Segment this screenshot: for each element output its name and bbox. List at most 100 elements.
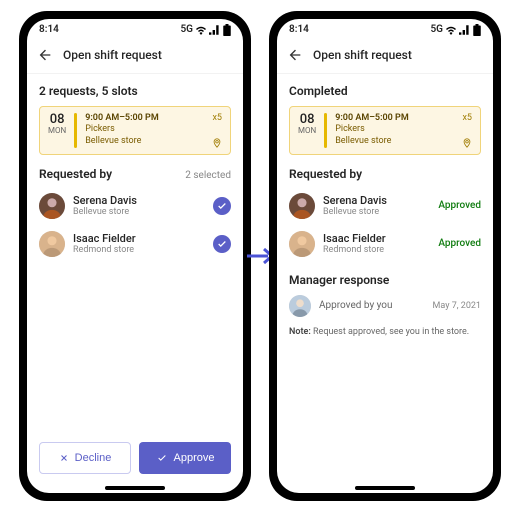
home-indicator	[355, 486, 415, 490]
status-time: 8:14	[39, 24, 59, 35]
manager-note: Note: Request approved, see you in the s…	[289, 327, 481, 337]
shift-time: 9:00 AM–5:00 PM	[85, 113, 204, 125]
requester-info: Serena Davis Bellevue store	[323, 194, 430, 218]
phone-after: 8:14 5G Open shift request Completed 08 …	[269, 11, 501, 501]
shift-role: Pickers	[85, 124, 204, 136]
back-icon[interactable]	[287, 47, 303, 63]
status-time: 8:14	[289, 24, 309, 35]
requester-sub: Bellevue store	[323, 207, 430, 218]
approve-label: Approve	[174, 452, 215, 464]
shift-day-num: 08	[298, 113, 316, 127]
requested-by-heading: Requested by	[39, 167, 112, 181]
manager-response-heading: Manager response	[289, 273, 481, 287]
note-label: Note:	[289, 327, 311, 337]
status-bar: 8:14 5G	[27, 19, 243, 41]
back-icon[interactable]	[37, 47, 53, 63]
action-bar: Decline Approve	[27, 432, 243, 486]
shift-card[interactable]: 08 MON 9:00 AM–5:00 PM Pickers Bellevue …	[39, 106, 231, 155]
home-indicator	[105, 486, 165, 490]
manager-row: Approved by you May 7, 2021	[289, 291, 481, 321]
requested-by-header: Requested by	[289, 167, 481, 181]
requester-row[interactable]: Serena Davis Bellevue store	[39, 187, 231, 225]
requester-sub: Bellevue store	[73, 207, 205, 218]
manager-text: Approved by you	[319, 300, 425, 311]
shift-side: x5	[462, 113, 472, 148]
content-before: 2 requests, 5 slots 08 MON 9:00 AM–5:00 …	[27, 74, 243, 432]
requested-by-heading: Requested by	[289, 167, 362, 181]
avatar	[289, 193, 315, 219]
requester-info: Isaac Fielder Redmond store	[323, 232, 430, 256]
requester-info: Isaac Fielder Redmond store	[73, 232, 205, 256]
shift-date: 08 MON	[298, 113, 316, 148]
requester-name: Serena Davis	[73, 194, 205, 207]
status-icons: 5G	[180, 24, 231, 36]
shift-day-name: MON	[48, 127, 66, 136]
check-icon	[217, 239, 227, 249]
check-icon	[217, 201, 227, 211]
shift-info: 9:00 AM–5:00 PM Pickers Bellevue store	[85, 113, 204, 148]
requester-name: Isaac Fielder	[73, 232, 205, 245]
requester-name: Isaac Fielder	[323, 232, 430, 245]
wifi-icon	[445, 25, 457, 35]
avatar	[289, 231, 315, 257]
content-after: Completed 08 MON 9:00 AM–5:00 PM Pickers…	[277, 74, 493, 486]
select-checkbox[interactable]	[213, 197, 231, 215]
manager-date: May 7, 2021	[433, 301, 481, 311]
network-label: 5G	[430, 24, 443, 35]
note-text: Request approved, see you in the store.	[311, 327, 469, 337]
page-title: Open shift request	[63, 48, 162, 62]
shift-count: x5	[212, 113, 222, 123]
decline-label: Decline	[75, 452, 112, 464]
shift-day-name: MON	[298, 127, 316, 136]
signal-icon	[209, 25, 221, 35]
status-icons: 5G	[430, 24, 481, 36]
shift-color-bar	[74, 113, 77, 148]
status-badge: Approved	[438, 200, 481, 211]
shift-role: Pickers	[335, 124, 454, 136]
phone-before: 8:14 5G Open shift request 2 requests, 5…	[19, 11, 251, 501]
shift-time: 9:00 AM–5:00 PM	[335, 113, 454, 125]
decline-button[interactable]: Decline	[39, 442, 131, 474]
top-bar: Open shift request	[277, 41, 493, 74]
shift-color-bar	[324, 113, 327, 148]
requester-row[interactable]: Serena Davis Bellevue store Approved	[289, 187, 481, 225]
close-icon	[59, 453, 69, 463]
page-title: Open shift request	[313, 48, 412, 62]
avatar	[289, 295, 311, 317]
battery-icon	[473, 24, 481, 36]
requester-sub: Redmond store	[323, 245, 430, 256]
signal-icon	[459, 25, 471, 35]
shift-day-num: 08	[48, 113, 66, 127]
requester-name: Serena Davis	[323, 194, 430, 207]
status-badge: Approved	[438, 238, 481, 249]
check-icon	[156, 453, 168, 463]
shift-count: x5	[462, 113, 472, 123]
requested-by-header: Requested by 2 selected	[39, 167, 231, 181]
avatar	[39, 231, 65, 257]
shift-info: 9:00 AM–5:00 PM Pickers Bellevue store	[335, 113, 454, 148]
screen-before: 8:14 5G Open shift request 2 requests, 5…	[27, 19, 243, 493]
requester-info: Serena Davis Bellevue store	[73, 194, 205, 218]
battery-icon	[223, 24, 231, 36]
shift-location: Bellevue store	[85, 136, 204, 148]
shift-card[interactable]: 08 MON 9:00 AM–5:00 PM Pickers Bellevue …	[289, 106, 481, 155]
requester-row[interactable]: Isaac Fielder Redmond store Approved	[289, 225, 481, 263]
network-label: 5G	[180, 24, 193, 35]
top-bar: Open shift request	[27, 41, 243, 74]
shift-location: Bellevue store	[335, 136, 454, 148]
summary-text: Completed	[289, 74, 481, 106]
avatar	[39, 193, 65, 219]
approve-button[interactable]: Approve	[139, 442, 231, 474]
requester-row[interactable]: Isaac Fielder Redmond store	[39, 225, 231, 263]
requester-sub: Redmond store	[73, 245, 205, 256]
shift-date: 08 MON	[48, 113, 66, 148]
location-pin-icon	[462, 138, 472, 148]
wifi-icon	[195, 25, 207, 35]
summary-text: 2 requests, 5 slots	[39, 74, 231, 106]
select-checkbox[interactable]	[213, 235, 231, 253]
status-bar: 8:14 5G	[277, 19, 493, 41]
location-pin-icon	[212, 138, 222, 148]
shift-side: x5	[212, 113, 222, 148]
selected-count: 2 selected	[185, 170, 231, 181]
screen-after: 8:14 5G Open shift request Completed 08 …	[277, 19, 493, 493]
